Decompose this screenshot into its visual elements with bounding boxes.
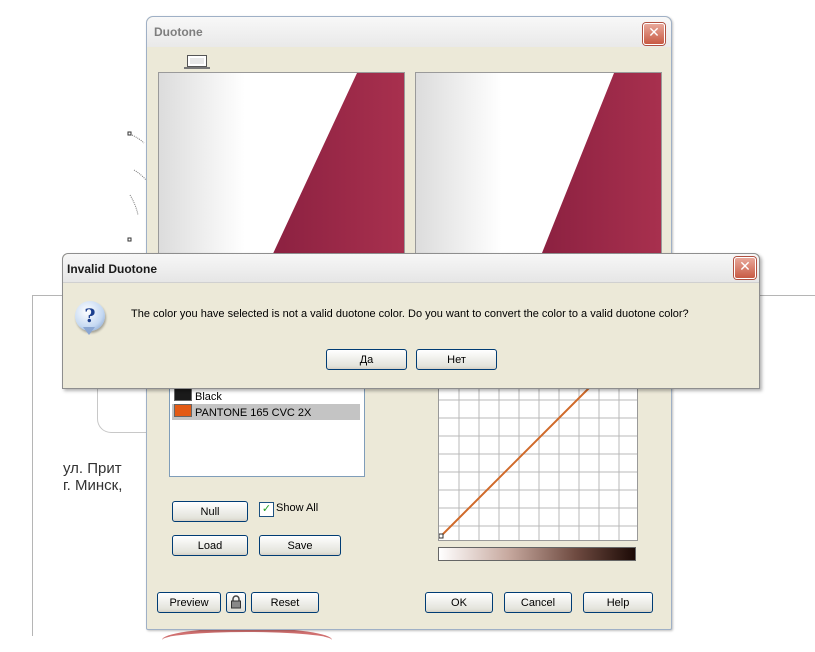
no-button[interactable]: Нет — [416, 349, 497, 370]
reset-button[interactable]: Reset — [251, 592, 319, 613]
duotone-title-bar[interactable]: Duotone ✕ — [147, 17, 671, 47]
ink-label: Black — [195, 391, 222, 403]
invalid-dialog-title-bar[interactable]: Invalid Duotone ✕ — [63, 254, 759, 283]
null-button[interactable]: Null — [172, 501, 248, 522]
tone-curve-graph[interactable] — [438, 387, 638, 541]
ink-gradient-bar — [438, 547, 636, 561]
ink-list-item[interactable]: Black — [172, 388, 360, 404]
load-button[interactable]: Load — [172, 535, 248, 556]
ink-swatch-black — [174, 388, 192, 401]
invalid-dialog-title: Invalid Duotone — [67, 262, 157, 276]
address-line-2: г. Минск, — [63, 477, 123, 494]
invalid-dialog-close-button[interactable]: ✕ — [734, 257, 756, 279]
ink-list[interactable]: Black PANTONE 165 CVC 2X — [169, 381, 365, 477]
ink-swatch-pantone — [174, 404, 192, 417]
invalid-dialog-message: The color you have selected is not a val… — [131, 308, 689, 320]
invalid-duotone-dialog: Invalid Duotone ✕ ? The color you have s… — [62, 253, 760, 389]
ink-list-item-selected[interactable]: PANTONE 165 CVC 2X — [172, 404, 360, 420]
curve-handle — [439, 533, 444, 539]
cancel-button[interactable]: Cancel — [504, 592, 572, 613]
show-all-checkbox[interactable]: ✓ — [259, 502, 274, 517]
help-button[interactable]: Help — [583, 592, 653, 613]
address-line-1: ул. Прит — [63, 460, 122, 477]
preview-button[interactable]: Preview — [157, 592, 221, 613]
duotone-title: Duotone — [154, 25, 203, 39]
lock-icon[interactable] — [226, 592, 246, 613]
show-all-label: Show All — [276, 502, 319, 514]
preview-before — [158, 72, 405, 274]
ink-label: PANTONE 165 CVC 2X — [195, 407, 312, 419]
ok-button[interactable]: OK — [425, 592, 493, 613]
save-button[interactable]: Save — [259, 535, 341, 556]
background-arc — [162, 628, 332, 652]
yes-button[interactable]: Да — [326, 349, 407, 370]
page-divider-vertical — [32, 295, 33, 636]
tone-curve-line — [439, 388, 590, 539]
preview-mode-icon[interactable] — [184, 55, 210, 69]
preview-after — [415, 72, 662, 274]
duotone-close-button[interactable]: ✕ — [643, 23, 665, 45]
question-icon: ? — [75, 301, 105, 335]
